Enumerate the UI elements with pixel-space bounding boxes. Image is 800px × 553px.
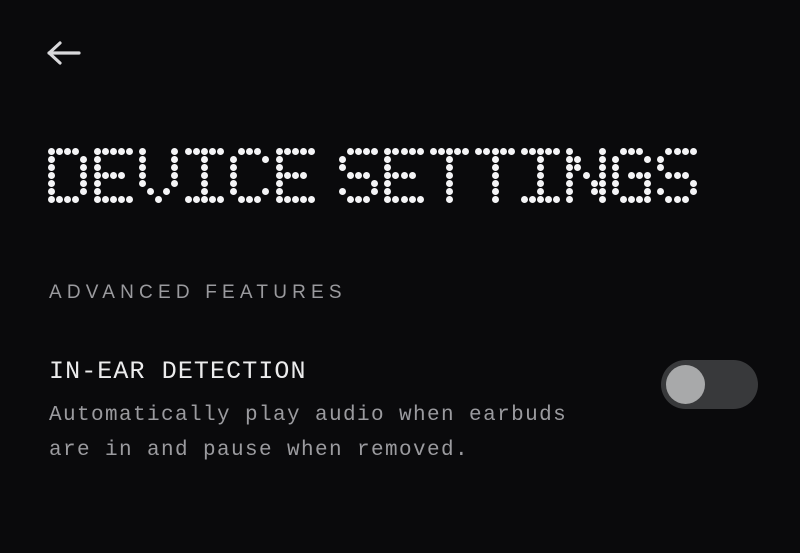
dot-matrix-char [230,147,271,205]
dot-matrix-char [611,147,653,205]
back-button[interactable] [34,27,94,79]
dot-matrix-char [429,147,471,205]
dot-matrix-char [566,147,607,205]
dot-matrix-title [48,147,698,205]
dot-matrix-char [184,147,226,205]
dot-matrix-char [139,147,180,205]
dot-matrix-char [520,147,562,205]
dot-matrix-char [48,147,89,205]
setting-title: IN-EAR DETECTION [49,357,307,386]
dot-matrix-char [657,147,698,205]
section-header-advanced-features: ADVANCED FEATURES [49,282,347,303]
dot-matrix-char [475,147,516,205]
dot-matrix-char [338,147,380,205]
page-title [48,140,698,212]
dot-matrix-char [384,147,425,205]
setting-text-block: IN-EAR DETECTION Automatically play audi… [49,358,601,468]
toggle-knob [666,365,705,404]
dot-matrix-char [275,147,317,205]
setting-row-in-ear-detection: IN-EAR DETECTION Automatically play audi… [49,358,758,468]
device-settings-screen: ADVANCED FEATURES IN-EAR DETECTION Autom… [0,0,800,553]
setting-description: Automatically play audio when earbuds ar… [49,403,568,462]
arrow-left-icon [46,38,82,68]
dot-matrix-space [321,148,339,205]
in-ear-detection-toggle[interactable] [661,360,758,409]
dot-matrix-char [93,147,135,205]
